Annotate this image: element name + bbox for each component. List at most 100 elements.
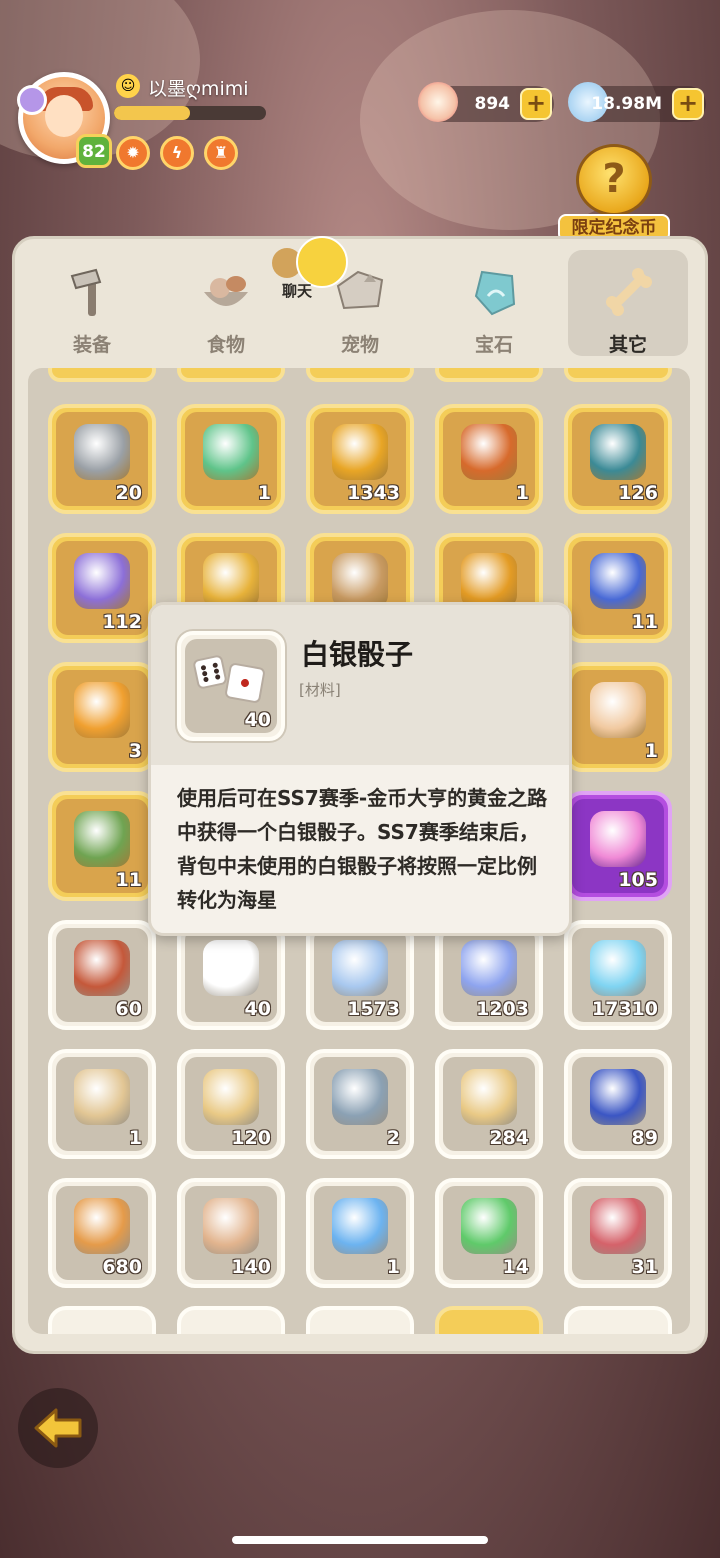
item-count: 126: [618, 482, 658, 504]
item-count: 140: [231, 1256, 271, 1278]
red-card-icon: [590, 1198, 646, 1254]
add-shell-button[interactable]: +: [520, 88, 552, 120]
inventory-slot-purple-sack[interactable]: 112: [48, 533, 156, 643]
experience-bar: [114, 106, 266, 120]
item-count: 60: [115, 998, 142, 1020]
item-count: 20: [115, 482, 142, 504]
inventory-slot-meat[interactable]: 60: [48, 920, 156, 1030]
item-count: 105: [618, 869, 658, 891]
inventory-slot-spotted-sack[interactable]: 120: [177, 1049, 285, 1159]
inventory-slot-partial[interactable]: [48, 1306, 156, 1334]
item-count: 112: [102, 611, 142, 633]
shield-badge-icon[interactable]: ♜: [204, 136, 238, 170]
popup-item-description: 使用后可在SS7赛季-金币大亨的黄金之路中获得一个白银骰子。SS7赛季结束后，背…: [177, 786, 548, 912]
mystery-bone-icon: [74, 1069, 130, 1125]
avatar-frame-decoration: [17, 85, 47, 115]
inventory-slot-partial[interactable]: [564, 368, 672, 382]
bone-icon: [606, 268, 652, 316]
inventory-slot-caveman-face[interactable]: 1: [564, 662, 672, 772]
item-count: 1: [515, 482, 529, 504]
tab-others[interactable]: 其它: [568, 250, 688, 356]
experience-fill: [114, 106, 190, 120]
dice-icon: [224, 662, 266, 704]
inventory-slot-spotted-sack-2[interactable]: 284: [435, 1049, 543, 1159]
food-bowl-icon: [204, 276, 248, 306]
gem-sack-icon: [203, 424, 259, 480]
tab-food[interactable]: 食物: [166, 250, 286, 356]
inventory-slot-stone-statue[interactable]: 11: [48, 791, 156, 901]
popup-item-title: 白银骰子: [301, 638, 414, 671]
inventory-slot-mystery-bone[interactable]: 1: [48, 1049, 156, 1159]
item-count: 1: [386, 1256, 400, 1278]
pink-crystal-icon: [590, 811, 646, 867]
tab-gems[interactable]: 宝石: [434, 250, 554, 356]
gold-coin-icon: [332, 424, 388, 480]
item-count: 2: [386, 1127, 400, 1149]
gem-icon: [474, 270, 516, 316]
treasure-chest-icon: [332, 1069, 388, 1125]
inventory-slot-green-card[interactable]: 14: [435, 1178, 543, 1288]
hammer-icon: [70, 268, 102, 316]
chat-button[interactable]: 聊天: [270, 236, 350, 300]
inventory-slot-partial[interactable]: [177, 368, 285, 382]
inventory-slot-paw-shield[interactable]: 11: [564, 533, 672, 643]
inventory-slot-partial[interactable]: [435, 1306, 543, 1334]
currency-value: 894: [474, 94, 511, 114]
item-count: 40: [244, 998, 271, 1020]
silver-dice-icon: [203, 940, 259, 996]
inventory-slot-blue-crystal[interactable]: 17310: [564, 920, 672, 1030]
tab-equipment[interactable]: 装备: [32, 250, 152, 356]
inventory-slot-star-stone[interactable]: 1203: [435, 920, 543, 1030]
inventory-slot-partial[interactable]: [306, 368, 414, 382]
inventory-slot-gold-coin[interactable]: 1343: [306, 404, 414, 514]
item-count: 89: [631, 1127, 658, 1149]
limited-coin-button[interactable]: ? 限定纪念币: [558, 144, 670, 242]
inventory-slot-partial[interactable]: [177, 1306, 285, 1334]
home-indicator[interactable]: [232, 1536, 488, 1544]
magnifier-icon: [74, 424, 130, 480]
purple-sack-icon: [74, 553, 130, 609]
inventory-slot-magnifier[interactable]: 20: [48, 404, 156, 514]
inventory-slot-moon-stone[interactable]: 1573: [306, 920, 414, 1030]
inventory-slot-carrot-sack[interactable]: 126: [564, 404, 672, 514]
item-detail-popup[interactable]: 40 白银骰子 [材料] 使用后可在SS7赛季-金币大亨的黄金之路中获得一个白银…: [148, 602, 572, 936]
star-stone-icon: [461, 940, 517, 996]
inventory-slot-pink-crystal[interactable]: 105: [564, 791, 672, 901]
inventory-slot-partial[interactable]: [48, 368, 156, 382]
swirl-sack-icon: [74, 682, 130, 738]
lightning-badge-icon[interactable]: ϟ: [160, 136, 194, 170]
inventory-slot-red-card[interactable]: 31: [564, 1178, 672, 1288]
rocket-card-icon: [461, 424, 517, 480]
inventory-slot-partial[interactable]: [435, 368, 543, 382]
popup-item-type: [材料]: [299, 681, 341, 699]
item-count: 1: [128, 1127, 142, 1149]
item-count: 11: [631, 611, 658, 633]
dice-icon: [192, 654, 228, 690]
inventory-slot-treasure-chest[interactable]: 2: [306, 1049, 414, 1159]
orange-scroll-icon: [74, 1198, 130, 1254]
item-count: 120: [231, 1127, 271, 1149]
inventory-slot-orange-scroll[interactable]: 680: [48, 1178, 156, 1288]
back-arrow-icon: [34, 1408, 82, 1448]
add-pearl-button[interactable]: +: [672, 88, 704, 120]
item-count: 40: [244, 709, 271, 731]
back-button[interactable]: [18, 1388, 98, 1468]
flame-badge-icon[interactable]: ✹: [116, 136, 150, 170]
inventory-slot-rocket-card[interactable]: 1: [435, 404, 543, 514]
inventory-slot-blue-rune[interactable]: 89: [564, 1049, 672, 1159]
inventory-slot-blue-card[interactable]: 1: [306, 1178, 414, 1288]
item-count: 680: [102, 1256, 142, 1278]
inventory-slot-partial[interactable]: [306, 1306, 414, 1334]
tab-label: 装备: [72, 334, 111, 356]
inventory-slot-gem-sack[interactable]: 1: [177, 404, 285, 514]
item-count: 14: [502, 1256, 529, 1278]
inventory-slot-partial[interactable]: [564, 1306, 672, 1334]
item-count: 31: [631, 1256, 658, 1278]
inventory-slot-paw-scroll[interactable]: 140: [177, 1178, 285, 1288]
inventory-slot-swirl-sack[interactable]: 3: [48, 662, 156, 772]
popup-item-slot: 40: [177, 631, 285, 741]
item-count: 3: [128, 740, 142, 762]
question-coin-icon: ?: [576, 144, 652, 216]
item-count: 284: [489, 1127, 529, 1149]
inventory-slot-silver-dice[interactable]: 40: [177, 920, 285, 1030]
